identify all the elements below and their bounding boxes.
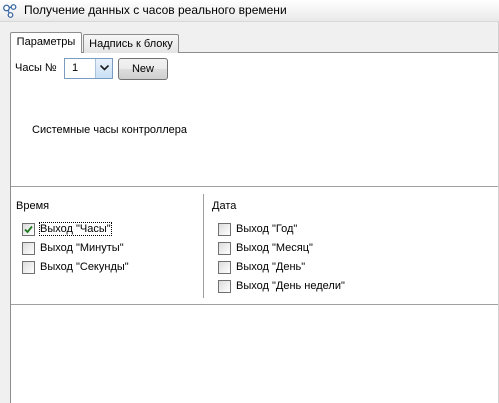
checkbox-hours-label: Выход "Часы" (39, 222, 112, 236)
clock-number-label: Часы № (15, 62, 57, 74)
clock-number-select[interactable]: 1 (64, 58, 113, 79)
window-title: Получение данных с часов реального време… (24, 3, 287, 17)
dialog-window: Получение данных с часов реального време… (0, 0, 499, 403)
checkbox-weekday[interactable] (218, 280, 231, 293)
time-group-title: Время (16, 200, 50, 212)
new-clock-button[interactable]: New (118, 58, 168, 80)
checkbox-hours[interactable] (22, 223, 35, 236)
checkbox-month[interactable] (218, 242, 231, 255)
clock-description: Системные часы контроллера (32, 124, 187, 136)
checkbox-weekday-label: Выход "День недели" (236, 280, 345, 292)
chevron-down-icon (100, 65, 109, 71)
checkmark-icon (24, 225, 33, 234)
checkbox-month-label: Выход "Месяц" (236, 242, 313, 254)
divider-top (11, 186, 499, 187)
checkbox-year-label: Выход "Год" (236, 223, 298, 235)
title-bar[interactable]: Получение данных с часов реального време… (0, 0, 499, 22)
checkbox-seconds[interactable] (22, 261, 35, 274)
checkbox-day[interactable] (218, 261, 231, 274)
tab-parameters-label: Параметры (16, 36, 76, 48)
tab-block-caption[interactable]: Надпись к блоку (83, 34, 179, 53)
checkbox-year[interactable] (218, 223, 231, 236)
group-separator (203, 194, 204, 298)
clock-number-value: 1 (72, 62, 79, 74)
dropdown-button[interactable] (95, 59, 112, 78)
date-group-title: Дата (212, 200, 237, 212)
divider-bottom (11, 304, 499, 305)
checkbox-seconds-label: Выход "Секунды" (40, 261, 129, 273)
link-nodes-icon (2, 3, 18, 19)
tab-block-caption-label: Надпись к блоку (89, 38, 173, 50)
checkbox-day-label: Выход "День" (236, 261, 306, 273)
checkbox-minutes-label: Выход "Минуты" (40, 242, 124, 254)
checkbox-minutes[interactable] (22, 242, 35, 255)
tab-parameters[interactable]: Параметры (10, 32, 82, 53)
